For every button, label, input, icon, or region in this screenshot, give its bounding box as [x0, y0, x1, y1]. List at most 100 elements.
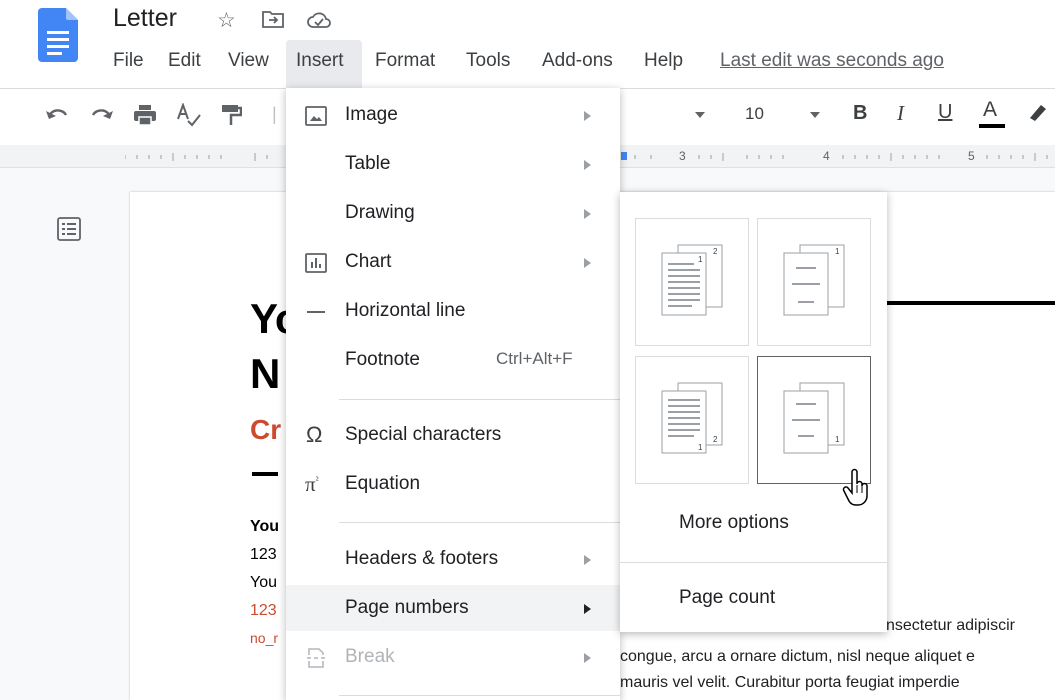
- menu-separator: [339, 399, 620, 400]
- bold-button[interactable]: B: [853, 102, 867, 125]
- last-edit-link[interactable]: Last edit was seconds ago: [720, 50, 944, 72]
- paint-format-icon[interactable]: [220, 104, 242, 126]
- spellcheck-icon[interactable]: [176, 103, 202, 127]
- menu-file[interactable]: File: [113, 50, 144, 72]
- submenu-separator: [620, 562, 887, 563]
- text-color-indicator: [979, 124, 1005, 128]
- italic-button[interactable]: I: [897, 101, 904, 126]
- menu-item-label: Break: [345, 646, 395, 667]
- break-icon: [307, 648, 325, 668]
- star-icon[interactable]: ☆: [217, 8, 236, 33]
- page-number-option-footer-skip-first[interactable]: 1: [757, 356, 871, 484]
- page-number-option-header-skip-first[interactable]: 1: [757, 218, 871, 346]
- doc-heading-line2: N: [250, 350, 281, 397]
- ruler-number: 5: [968, 149, 975, 163]
- move-to-folder-icon[interactable]: [262, 10, 284, 28]
- menu-item-label: Headers & footers: [345, 548, 499, 569]
- underline-button[interactable]: U: [938, 101, 952, 124]
- page-number-bottom-right-all-icon: 1 2: [661, 382, 723, 454]
- doc-text-line: no_r: [250, 630, 279, 646]
- font-family-dropdown-icon[interactable]: [695, 112, 705, 118]
- submenu-arrow-icon: [584, 258, 591, 268]
- submenu-arrow-icon: [584, 111, 591, 121]
- page-number-bottom-right-skip-first-icon: 1: [783, 382, 845, 454]
- page-number-top-right-all-icon: 1 2: [661, 244, 723, 316]
- submenu-arrow-icon: [584, 209, 591, 219]
- svg-text:1: 1: [698, 255, 703, 264]
- chart-icon: [305, 253, 327, 273]
- redo-icon[interactable]: [88, 105, 114, 125]
- submenu-arrow-icon: [584, 653, 591, 663]
- menu-item-table[interactable]: Table: [286, 141, 620, 187]
- pi-squared-icon: π²: [305, 472, 319, 496]
- submenu-arrow-icon: [584, 160, 591, 170]
- doc-short-rule: [252, 472, 278, 476]
- font-size-dropdown-icon[interactable]: [810, 112, 820, 118]
- menu-help[interactable]: Help: [644, 50, 683, 72]
- menu-edit[interactable]: Edit: [168, 50, 201, 72]
- document-outline-icon[interactable]: [56, 216, 82, 242]
- menu-item-horizontal-line[interactable]: Horizontal line: [286, 288, 620, 334]
- menu-item-page-numbers[interactable]: Page numbers: [286, 585, 620, 631]
- menu-item-label: Page numbers: [345, 597, 469, 618]
- cloud-status-icon[interactable]: [307, 10, 331, 30]
- omega-icon: Ω: [306, 422, 323, 447]
- doc-text-line: 123: [250, 546, 277, 563]
- insert-dropdown-menu: Image Table Drawing Chart Horizontal lin…: [286, 88, 620, 700]
- page-number-top-right-skip-first-icon: 1: [783, 244, 845, 316]
- svg-text:1: 1: [835, 247, 840, 256]
- doc-text-line: You: [250, 518, 280, 535]
- menu-item-drawing[interactable]: Drawing: [286, 190, 620, 236]
- document-title[interactable]: Letter: [113, 4, 177, 33]
- menu-item-break[interactable]: Break: [286, 634, 620, 680]
- ruler-number: 4: [823, 149, 830, 163]
- text-color-button[interactable]: A: [983, 98, 997, 122]
- docs-logo-icon[interactable]: [38, 8, 78, 62]
- horizontal-line-icon: [307, 311, 325, 313]
- page-number-option-footer-all-pages[interactable]: 1 2: [635, 356, 749, 484]
- doc-body-text: nsectetur adipiscir: [886, 617, 1015, 634]
- menu-format[interactable]: Format: [375, 50, 435, 72]
- ruler-number: 3: [679, 149, 686, 163]
- svg-text:2: 2: [713, 435, 718, 444]
- more-options-item[interactable]: More options: [679, 512, 789, 534]
- doc-body-text: congue, arcu a ornare dictum, nisl neque…: [620, 648, 975, 665]
- page-number-option-header-all-pages[interactable]: 1 2: [635, 218, 749, 346]
- toolbar-divider: |: [272, 104, 277, 124]
- print-icon[interactable]: [133, 104, 157, 126]
- doc-horizontal-rule: [887, 301, 1055, 305]
- svg-text:1: 1: [835, 435, 840, 444]
- doc-subheading: Cr: [250, 414, 282, 445]
- menu-item-label: Horizontal line: [345, 300, 466, 321]
- doc-text-line: 123: [250, 602, 277, 619]
- font-size-value[interactable]: 10: [745, 104, 764, 124]
- menu-item-chart[interactable]: Chart: [286, 239, 620, 285]
- image-icon: [305, 106, 327, 126]
- doc-text-line: You: [250, 574, 277, 591]
- menu-item-image[interactable]: Image: [286, 92, 620, 138]
- menu-item-headers-footers[interactable]: Headers & footers: [286, 536, 620, 582]
- submenu-arrow-icon: [584, 555, 591, 565]
- menu-item-label: Equation: [345, 473, 421, 494]
- menu-addons[interactable]: Add-ons: [542, 50, 613, 72]
- menu-tools[interactable]: Tools: [466, 50, 510, 72]
- svg-text:1: 1: [698, 443, 703, 452]
- menu-item-label: Special characters: [345, 424, 502, 445]
- highlight-pen-icon[interactable]: [1025, 100, 1049, 124]
- hand-pointer-cursor-icon: [842, 468, 868, 506]
- menu-item-equation[interactable]: π² Equation: [286, 461, 620, 507]
- menu-separator: [339, 522, 620, 523]
- menu-insert[interactable]: Insert: [296, 50, 344, 72]
- menu-item-special-characters[interactable]: Ω Special characters: [286, 412, 620, 458]
- menu-item-label: Image: [345, 104, 398, 125]
- menu-item-label: Drawing: [345, 202, 415, 223]
- submenu-arrow-icon: [584, 604, 591, 614]
- menu-item-footnote[interactable]: Footnote Ctrl+Alt+F: [286, 337, 620, 383]
- menu-view[interactable]: View: [228, 50, 269, 72]
- page-count-item[interactable]: Page count: [679, 587, 775, 609]
- keyboard-shortcut: Ctrl+Alt+F: [496, 349, 573, 368]
- undo-icon[interactable]: [45, 105, 71, 125]
- menu-separator: [339, 695, 620, 696]
- menu-item-label: Chart: [345, 251, 392, 272]
- doc-body-text: mauris vel velit. Curabitur porta feugia…: [620, 674, 960, 691]
